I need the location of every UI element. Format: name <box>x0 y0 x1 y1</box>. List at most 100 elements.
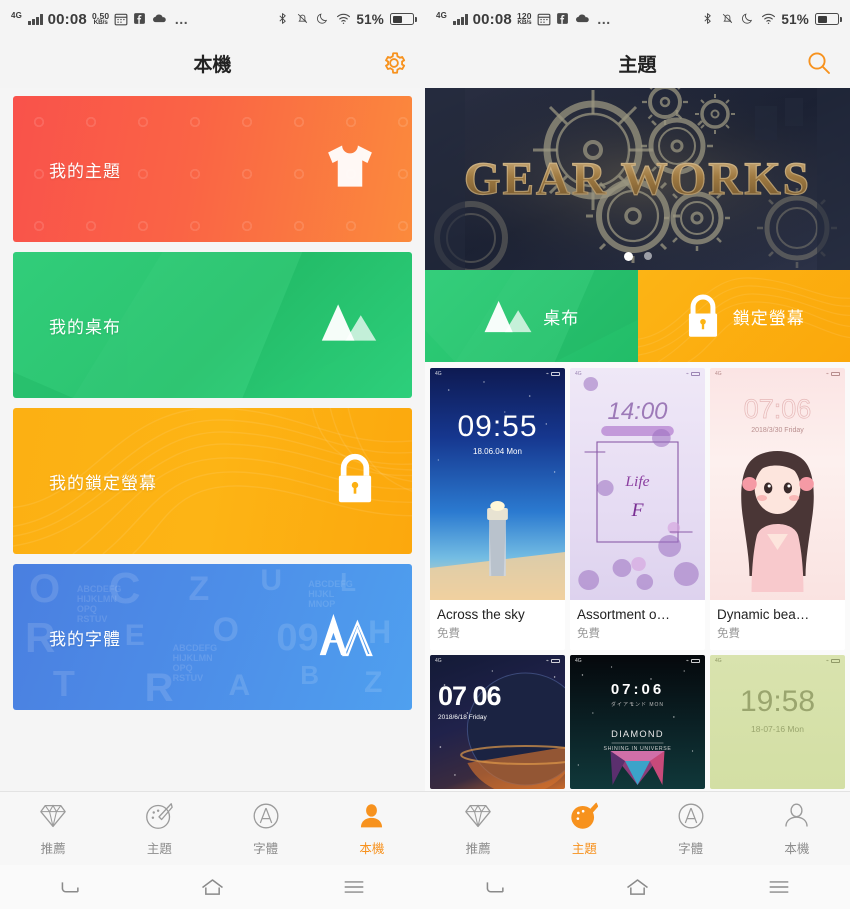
theme-item[interactable]: 4G ⌁ 07:06 2018/3/30 Friday Dynamic bea…… <box>710 368 845 650</box>
theme-meta: Assortment o… 免費 <box>570 600 705 650</box>
moon-icon <box>316 12 330 26</box>
palette-icon <box>144 801 174 831</box>
theme-name: Across the sky <box>437 607 525 622</box>
category-label: 桌布 <box>543 308 580 328</box>
back-icon[interactable] <box>0 877 142 898</box>
theme-thumbnail: 4G ⌁ 19:58 18-07-16 Mon <box>710 655 845 789</box>
bluetooth-icon <box>701 12 715 26</box>
calendar-icon <box>537 12 551 26</box>
signal-strength-icon <box>453 13 468 25</box>
network-speed-unit: KB/s <box>517 19 532 26</box>
search-icon[interactable] <box>805 49 833 77</box>
category-label: 鎖定螢幕 <box>732 308 805 328</box>
card-label: 我的字體 <box>49 629 121 649</box>
featured-banner[interactable]: GEAR WORKS <box>425 88 850 270</box>
theme-thumbnail: 4G ⌁ Life F 14:00 <box>570 368 705 600</box>
theme-item[interactable]: 4G ⌁ 19:58 18-07-16 Mon <box>710 655 845 789</box>
bluetooth-icon <box>276 12 290 26</box>
thumb-time: 07:06 2018/3/30 Friday <box>743 394 812 434</box>
tab-recommend[interactable]: 推薦 <box>425 801 531 857</box>
svg-text:SHINING IN UNIVERSE: SHINING IN UNIVERSE <box>604 746 672 752</box>
facebook-icon <box>133 12 147 26</box>
tab-label: 本機 <box>359 841 385 856</box>
thumb-time: 19:58 18-07-16 Mon <box>739 685 816 734</box>
thumb-time: 09:55 18.06.04 Mon <box>457 410 538 456</box>
tab-font[interactable]: 字體 <box>638 801 744 857</box>
card-my-font[interactable]: O C Z U L R E O 09 H T R A B Z ABCDEFG HI… <box>13 564 412 710</box>
theme-thumbnail: 4G ⌁ 07:06 2018/3/30 Friday <box>710 368 845 600</box>
letter-a-circle-icon <box>251 801 281 831</box>
tab-theme[interactable]: 主題 <box>531 801 637 857</box>
menu-icon[interactable] <box>283 879 425 895</box>
card-label: 我的桌布 <box>49 317 121 337</box>
battery-icon <box>815 13 842 25</box>
moon-icon <box>741 12 755 26</box>
thumb-status-bar: 4G ⌁ <box>715 658 840 664</box>
tab-font[interactable]: 字體 <box>213 801 319 857</box>
home-icon[interactable] <box>567 877 709 898</box>
theme-price: 免費 <box>437 628 460 640</box>
gear-icon[interactable] <box>380 49 408 77</box>
thumb-time: 14:00 <box>607 398 668 425</box>
page-title: 本機 <box>193 54 232 76</box>
tab-theme[interactable]: 主題 <box>106 801 212 857</box>
signal-strength-icon <box>28 13 43 25</box>
card-my-lockscreen[interactable]: 我的鎖定螢幕 <box>13 408 412 554</box>
back-icon[interactable] <box>425 877 567 898</box>
cloud-icon <box>575 12 589 26</box>
tab-label: 主題 <box>146 841 172 856</box>
network-speed-unit: KB/s <box>93 19 108 26</box>
theme-item[interactable]: 4G ⌁ <box>570 655 705 789</box>
network-type-label: 4G <box>436 11 448 20</box>
card-my-theme[interactable]: 我的主題 <box>13 96 412 242</box>
theme-price: 免費 <box>577 628 600 640</box>
status-bar: 4G 00:08 0.50 KB/s … 51% <box>0 0 425 38</box>
wifi-icon <box>761 12 776 26</box>
tab-label: 推薦 <box>40 841 66 856</box>
tab-recommend[interactable]: 推薦 <box>0 801 106 857</box>
theme-price: 免費 <box>717 628 740 640</box>
theme-thumbnail: 4G ⌁ <box>570 655 705 789</box>
lock-icon <box>332 451 378 511</box>
banner-title: GEAR WORKS <box>425 152 850 206</box>
person-icon <box>357 801 387 831</box>
tab-my-device[interactable]: 本機 <box>744 801 850 857</box>
banner-page-indicator[interactable] <box>425 252 850 261</box>
theme-item[interactable]: 4G ⌁ <box>430 368 565 650</box>
card-my-wallpaper[interactable]: 我的桌布 <box>13 252 412 398</box>
theme-store-content: GEAR WORKS 桌布 鎖定螢幕 4G ⌁ 09:55 18.06.04 M… <box>425 88 850 791</box>
more-status-icons: … <box>596 11 613 27</box>
bottom-tab-bar: 推薦 主題 字體 本機 <box>0 791 425 865</box>
person-icon <box>782 801 812 831</box>
page-dot-1[interactable] <box>623 252 633 261</box>
app-header: 本機 <box>0 38 425 88</box>
tab-label: 字體 <box>678 841 704 856</box>
theme-item[interactable]: 4G ⌁ 07 06 2018/6/18 Friday <box>430 655 565 789</box>
thumb-time: 07 06 2018/6/18 Friday <box>438 681 502 721</box>
tab-label: 主題 <box>571 841 597 856</box>
network-speed: 120 KB/s <box>517 11 532 27</box>
theme-grid: 4G ⌁ 09:55 18.06.04 Mon Across the sky 免… <box>425 362 850 789</box>
cloud-icon <box>152 12 167 26</box>
card-label: 我的主題 <box>49 161 121 181</box>
status-bar: 4G 00:08 120 KB/s … 51% <box>425 0 850 38</box>
home-icon[interactable] <box>142 877 284 898</box>
svg-text:Life: Life <box>624 473 649 490</box>
thumb-time: 07:06 ダイアモンド MON <box>610 681 665 708</box>
category-wallpaper[interactable]: 桌布 <box>425 270 638 362</box>
network-speed: 0.50 KB/s <box>92 11 109 27</box>
status-clock: 00:08 <box>47 10 87 28</box>
dual-screenshot: 4G 00:08 0.50 KB/s … 51% 本機 我的主題 我的桌布 我的… <box>0 0 850 909</box>
theme-item[interactable]: 4G ⌁ Life F 14:00 Assortment o… 免費 <box>570 368 705 650</box>
tab-label: 推薦 <box>465 841 491 856</box>
category-row: 桌布 鎖定螢幕 <box>425 270 850 362</box>
category-lockscreen[interactable]: 鎖定螢幕 <box>637 270 850 362</box>
tab-my-device[interactable]: 本機 <box>319 801 425 857</box>
lock-icon <box>683 292 723 340</box>
mute-bell-icon <box>296 12 310 26</box>
page-dot-2[interactable] <box>643 252 652 260</box>
menu-icon[interactable] <box>708 879 850 895</box>
android-navigation-bar <box>0 865 425 909</box>
battery-icon <box>390 13 417 25</box>
svg-text:DIAMOND: DIAMOND <box>611 729 664 739</box>
